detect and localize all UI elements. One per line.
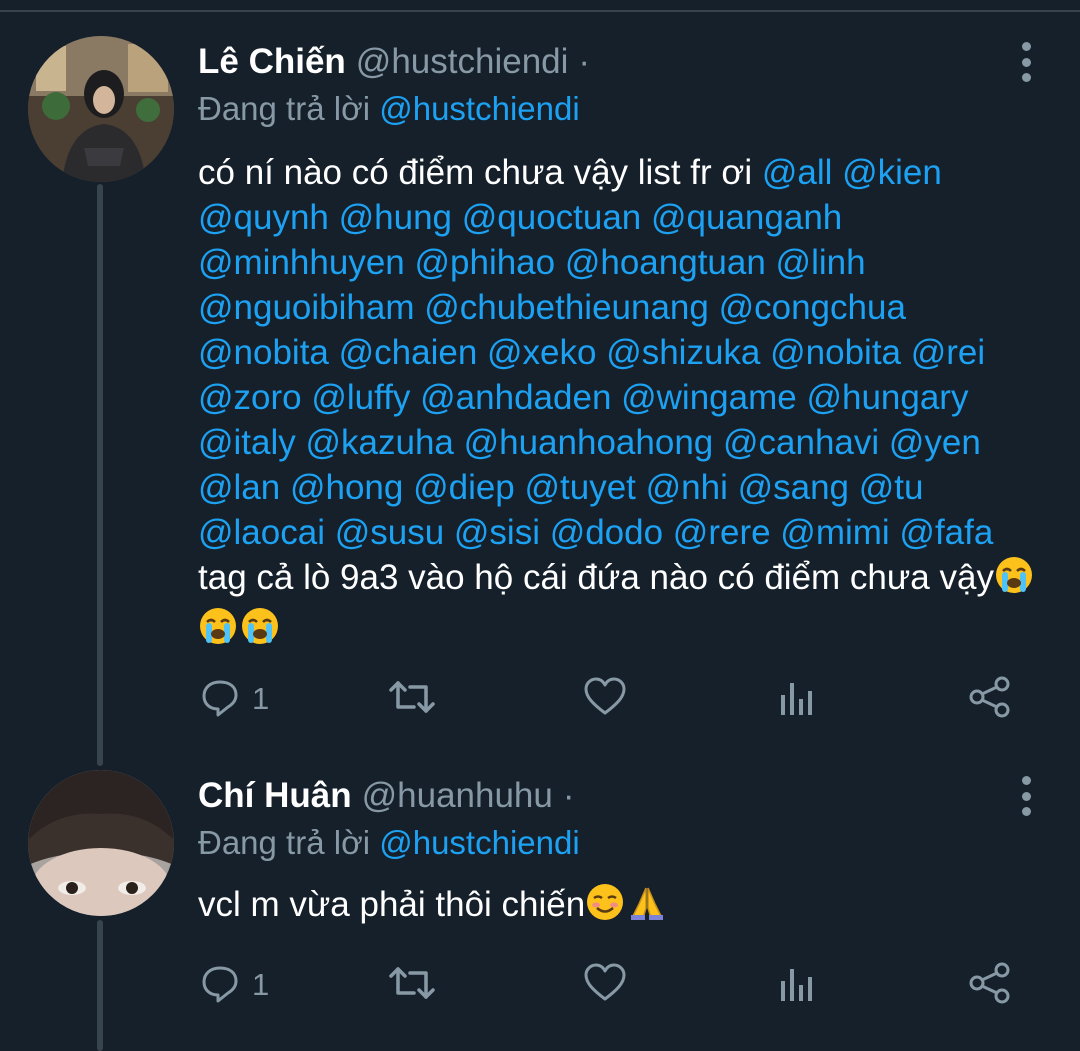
loudly-crying-face-emoji: [994, 555, 1034, 606]
tweet[interactable]: Chí Huân @huanhuhu · Đang trả lời @hustc…: [0, 760, 1080, 1051]
tweet-text-start: vcl m vừa phải thôi chiến: [198, 885, 586, 924]
analytics-icon: [778, 963, 814, 1008]
replying-to-label: Đang trả lời: [198, 90, 371, 127]
tweet-header: Lê Chiến @hustchiendi ·: [198, 40, 590, 84]
tweet-text-start: có ní nào có điểm chưa vậy list fr ơi: [198, 153, 762, 192]
retweet-button[interactable]: [388, 960, 436, 1010]
display-name[interactable]: Lê Chiến: [198, 42, 346, 82]
share-icon: [968, 675, 1012, 724]
share-icon: [968, 961, 1012, 1010]
analytics-button[interactable]: [778, 674, 814, 724]
separator-dot: ·: [562, 776, 575, 815]
tweet-actions: 1: [198, 960, 1038, 1010]
share-button[interactable]: [968, 674, 1012, 724]
user-handle[interactable]: @hustchiendi: [356, 42, 569, 82]
tweet[interactable]: Lê Chiến @hustchiendi · Đang trả lời @hu…: [0, 0, 1080, 760]
reply-count: 1: [252, 967, 270, 1002]
tweet-text: vcl m vừa phải thôi chiến: [198, 882, 1038, 933]
like-button[interactable]: [583, 674, 627, 724]
avatar[interactable]: [28, 770, 174, 916]
reply-button[interactable]: 1: [200, 674, 269, 724]
reply-count: 1: [252, 681, 270, 716]
avatar[interactable]: [28, 36, 174, 182]
tweet-actions: 1: [198, 674, 1038, 724]
replying-to: Đang trả lời @hustchiendi: [198, 824, 580, 862]
display-name[interactable]: Chí Huân: [198, 776, 352, 816]
retweet-button[interactable]: [388, 674, 436, 724]
replying-to: Đang trả lời @hustchiendi: [198, 90, 580, 128]
heart-icon: [583, 677, 627, 722]
analytics-icon: [778, 677, 814, 722]
tweet-text: có ní nào có điểm chưa vậy list fr ơi @a…: [198, 150, 1038, 657]
replying-to-handle[interactable]: @hustchiendi: [379, 90, 579, 127]
reply-button[interactable]: 1: [200, 960, 269, 1010]
reply-icon: [200, 677, 240, 722]
mention-list[interactable]: @all @kien @quynh @hung @quoctuan @quang…: [198, 153, 993, 552]
loudly-crying-face-emoji: [198, 606, 238, 657]
share-button[interactable]: [968, 960, 1012, 1010]
separator-dot: ·: [578, 42, 591, 81]
reply-icon: [200, 963, 240, 1008]
folded-hands-emoji: [627, 882, 667, 933]
replying-to-handle[interactable]: @hustchiendi: [379, 824, 579, 861]
tweet-header: Chí Huân @huanhuhu ·: [198, 774, 575, 818]
more-vertical-icon[interactable]: [1016, 42, 1036, 82]
retweet-icon: [388, 677, 436, 722]
more-vertical-icon[interactable]: [1016, 776, 1036, 816]
analytics-button[interactable]: [778, 960, 814, 1010]
replying-to-label: Đang trả lời: [198, 824, 371, 861]
like-button[interactable]: [583, 960, 627, 1010]
user-handle[interactable]: @huanhuhu: [362, 776, 553, 816]
smiling-face-emoji: [585, 882, 625, 933]
retweet-icon: [388, 963, 436, 1008]
loudly-crying-face-emoji: [240, 606, 280, 657]
tweet-text-end: tag cả lò 9a3 vào hộ cái đứa nào có điểm…: [198, 558, 994, 597]
heart-icon: [583, 963, 627, 1008]
